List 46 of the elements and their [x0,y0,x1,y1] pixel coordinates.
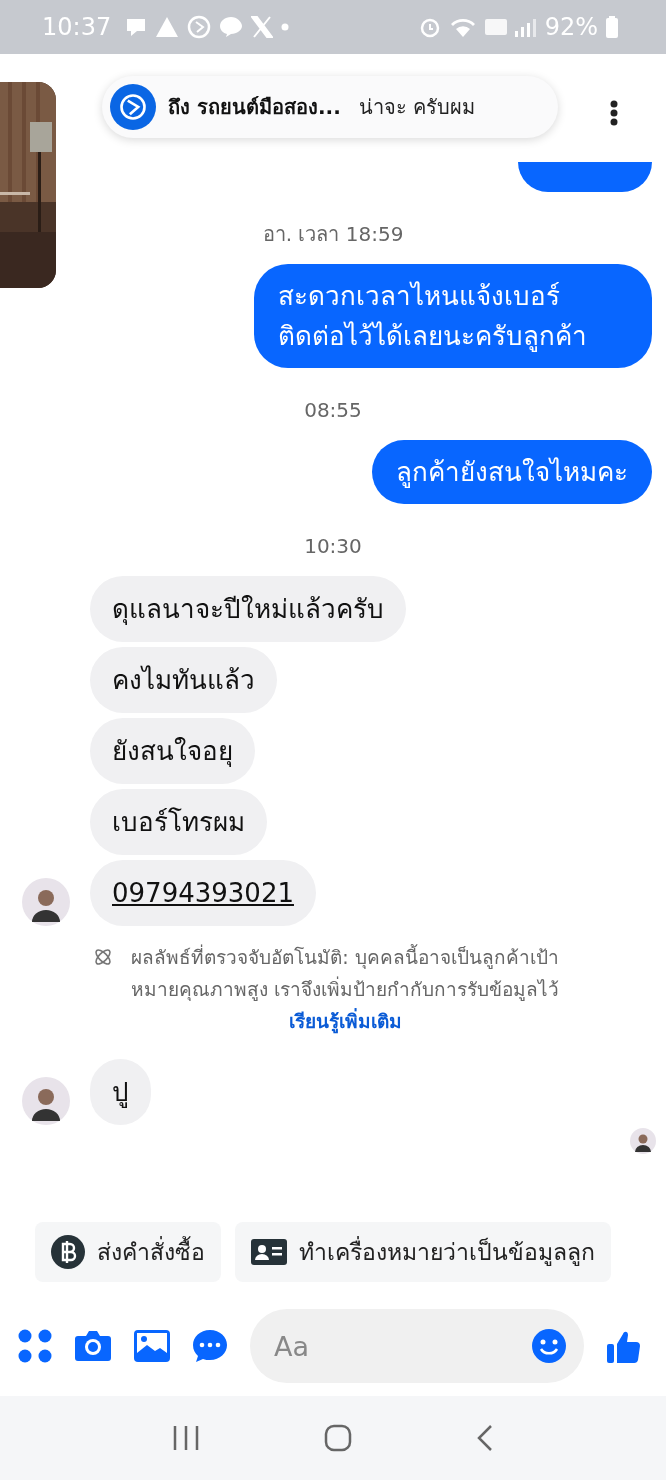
x-icon [251,16,274,38]
messenger-icon [110,84,156,130]
camera-icon[interactable] [74,1330,112,1362]
home-icon[interactable] [324,1424,352,1452]
timestamp: อา. เวลา 18:59 [261,221,405,248]
alarm-icon [418,16,441,38]
conversation-banner[interactable]: ถึง รถยนต์มือสอง... น่าจะ ครับผม [102,76,558,138]
avatar-icon[interactable] [22,1077,70,1125]
message-bubble: คงไมทันแล้ว [90,647,277,713]
timestamp: 10:30 [303,533,363,560]
chat-notification-icon [125,17,148,37]
baht-icon [51,1235,85,1269]
more-icon[interactable] [610,100,618,126]
warning-icon [155,16,180,38]
message-bubble: ดุแลนาจะปีใหม่แล้วครับ [90,576,406,642]
message-bubble: เบอร์โทรผม [90,789,267,855]
status-time: 10:37 [42,13,112,41]
message-bubble: ปู [90,1059,151,1125]
emoji-icon[interactable] [532,1329,566,1363]
timestamp: 08:55 [303,397,363,424]
message-bubble: ยังสนใจอยุ [90,718,255,784]
chat-bubble-notification-icon [219,16,244,38]
atom-icon [93,947,113,967]
quick-reply-chip[interactable]: ทำเครื่องหมายว่าเป็นข้อมูลลูก [235,1222,611,1282]
banner-title: ถึง รถยนต์มือสอง... [168,94,341,121]
contact-card-icon [251,1239,287,1265]
message-field[interactable]: Aa [250,1309,584,1383]
back-icon[interactable] [476,1424,494,1452]
image-icon[interactable] [134,1330,170,1362]
avatar-icon[interactable] [22,878,70,926]
quick-reply-chip[interactable]: ส่งคำสั่งซื้อ [35,1222,221,1282]
battery-icon [606,16,618,38]
notice-text: ผลลัพธ์ที่ตรวจจับอัตโนมัติ: บุคคลนี้อาจเป็นลูกค้าเป้าหมายคุณภาพสูง เราจึงเพิ่มป้ายกำกับการรับข้อมูลไว้ เรียนรู้เพิ่มเติม [129,943,560,1036]
message-bubble: สะดวกเวลาไหนแจ้งเบอร์ ติดต่อไว้ได้เลยนะครับลูกค้า [254,264,652,368]
apps-icon[interactable] [18,1329,52,1363]
message-bubble: ลูกค้ายังสนใจไหมคะ [372,440,652,504]
message-bubble: 09794393021 [90,860,316,926]
learn-more-link[interactable]: เรียนรู้เพิ่มเติม [288,1010,402,1032]
battery-level: 92% [544,13,598,41]
recent-apps-icon[interactable] [172,1425,200,1451]
read-receipt-avatar [630,1128,656,1154]
message-input[interactable]: Aa [272,1329,532,1363]
signal-icon [514,17,537,37]
dot-icon [281,23,290,31]
banner-subtitle: น่าจะ ครับผม [358,94,476,121]
chat-bubble-icon[interactable] [192,1329,228,1363]
